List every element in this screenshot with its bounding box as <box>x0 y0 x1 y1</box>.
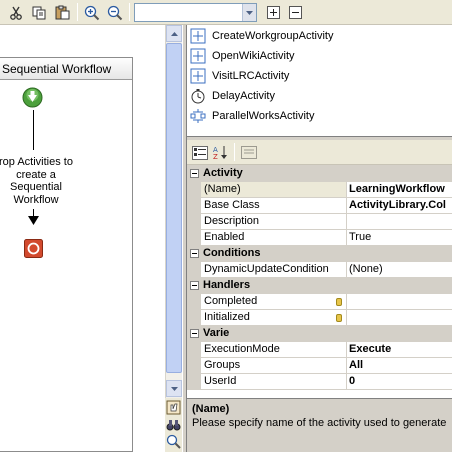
property-row[interactable]: Base Class ActivityLibrary.Col <box>187 198 452 214</box>
toolbox-item[interactable]: CreateWorkgroupActivity <box>187 26 452 46</box>
property-value[interactable]: True <box>347 230 452 246</box>
category-handlers[interactable]: Handlers <box>187 278 452 294</box>
property-row[interactable]: (Name) LearningWorkflow <box>187 182 452 198</box>
zoom-combo[interactable] <box>134 3 257 22</box>
property-value[interactable]: Execute <box>347 342 452 358</box>
toolbox-item-label: OpenWikiActivity <box>212 50 295 62</box>
scroll-down-icon[interactable] <box>166 380 182 397</box>
property-row[interactable]: UserId 0 <box>187 374 452 390</box>
property-value[interactable] <box>347 214 452 230</box>
cut-icon[interactable] <box>6 3 26 22</box>
property-value[interactable]: All <box>347 358 452 374</box>
minus-box-icon[interactable] <box>285 3 305 22</box>
designer-side-tools <box>165 398 182 452</box>
scroll-up-icon[interactable] <box>166 25 182 42</box>
drop-activities-hint: rop Activities to create a Sequential Wo… <box>0 156 73 206</box>
zoom-in-icon[interactable] <box>82 3 102 22</box>
property-name: Initialized <box>201 310 347 326</box>
property-name: Enabled <box>201 230 347 246</box>
toolbox-item-label: ParallelWorksActivity <box>212 110 315 122</box>
property-value[interactable]: ActivityLibrary.Col <box>347 198 452 214</box>
property-row[interactable]: DynamicUpdateCondition (None) <box>187 262 452 278</box>
property-value[interactable]: 0 <box>347 374 452 390</box>
alphabetical-sort-icon[interactable]: AZ <box>211 143 231 162</box>
property-name: Completed <box>201 294 347 310</box>
red-stop-icon <box>24 239 43 258</box>
copy-icon[interactable] <box>29 3 49 22</box>
category-activity[interactable]: Activity <box>187 166 452 182</box>
plus-box-icon[interactable] <box>263 3 283 22</box>
toolbar-separator <box>129 3 130 21</box>
toolbar-separator <box>77 3 78 21</box>
activity-icon <box>190 68 206 84</box>
toolbox-item[interactable]: ParallelWorksActivity <box>187 106 452 126</box>
svg-text:Z: Z <box>213 153 218 160</box>
paste-icon[interactable] <box>52 3 72 22</box>
toolbox-item-label: CreateWorkgroupActivity <box>212 30 334 42</box>
workflow-designer[interactable]: Sequential Workflow rop Activities to cr… <box>0 25 165 452</box>
designer-vertical-scrollbar[interactable] <box>165 25 182 398</box>
property-description-pane: (Name) Please specify name of the activi… <box>187 398 452 452</box>
collapse-icon[interactable] <box>190 329 199 338</box>
collapse-icon[interactable] <box>190 169 199 178</box>
property-value[interactable] <box>347 310 452 326</box>
main-toolbar <box>0 0 452 25</box>
arrow-down-icon <box>28 216 39 225</box>
description-title: (Name) <box>192 403 230 415</box>
toolbox-item[interactable]: VisitLRCActivity <box>187 66 452 86</box>
toolbox-list: CreateWorkgroupActivity OpenWikiActivity… <box>187 25 452 137</box>
toolbar-separator <box>234 143 235 161</box>
sequential-workflow-container[interactable]: Sequential Workflow rop Activities to cr… <box>0 57 133 452</box>
property-name: Base Class <box>201 198 347 214</box>
property-name: Groups <box>201 358 347 374</box>
property-value[interactable]: LearningWorkflow <box>347 182 452 198</box>
property-row[interactable]: Enabled True <box>187 230 452 246</box>
clock-icon <box>190 88 206 104</box>
description-text: Please specify name of the activity used… <box>192 417 447 429</box>
property-name: (Name) <box>201 182 347 198</box>
event-handler-icon <box>336 314 342 322</box>
category-conditions[interactable]: Conditions <box>187 246 452 262</box>
workflow-title: Sequential Workflow <box>0 58 132 80</box>
collapse-icon[interactable] <box>190 249 199 258</box>
green-down-arrow-icon <box>22 87 43 108</box>
property-row[interactable]: Completed <box>187 294 452 310</box>
property-pages-icon[interactable] <box>239 143 259 162</box>
collapse-icon[interactable] <box>190 281 199 290</box>
property-value[interactable]: (None) <box>347 262 452 278</box>
properties-toolbar: AZ <box>187 140 452 165</box>
toolbox-item[interactable]: OpenWikiActivity <box>187 46 452 66</box>
zoom-icon[interactable] <box>166 434 181 449</box>
property-name: ExecutionMode <box>201 342 347 358</box>
zoom-out-icon[interactable] <box>105 3 125 22</box>
activity-icon <box>190 28 206 44</box>
toolbox-item-label: VisitLRCActivity <box>212 70 290 82</box>
property-name: UserId <box>201 374 347 390</box>
pan-icon[interactable] <box>166 400 181 415</box>
property-row[interactable]: Description <box>187 214 452 230</box>
chevron-down-icon[interactable] <box>242 4 256 21</box>
property-grid: Activity (Name) LearningWorkflow Base Cl… <box>187 166 452 398</box>
event-handler-icon <box>336 298 342 306</box>
categorized-icon[interactable] <box>190 143 210 162</box>
binoculars-icon[interactable] <box>166 417 181 432</box>
toolbox-item[interactable]: DelayActivity <box>187 86 452 106</box>
toolbox-item-label: DelayActivity <box>212 90 275 102</box>
property-row[interactable]: ExecutionMode Execute <box>187 342 452 358</box>
property-value[interactable] <box>347 294 452 310</box>
scrollbar-thumb[interactable] <box>166 43 182 373</box>
property-name: DynamicUpdateCondition <box>201 262 347 278</box>
property-row[interactable]: Initialized <box>187 310 452 326</box>
property-row[interactable]: Groups All <box>187 358 452 374</box>
property-name: Description <box>201 214 347 230</box>
activity-icon <box>190 48 206 64</box>
category-varie[interactable]: Varie <box>187 326 452 342</box>
parallel-icon <box>190 108 206 124</box>
connector-line <box>33 110 34 150</box>
